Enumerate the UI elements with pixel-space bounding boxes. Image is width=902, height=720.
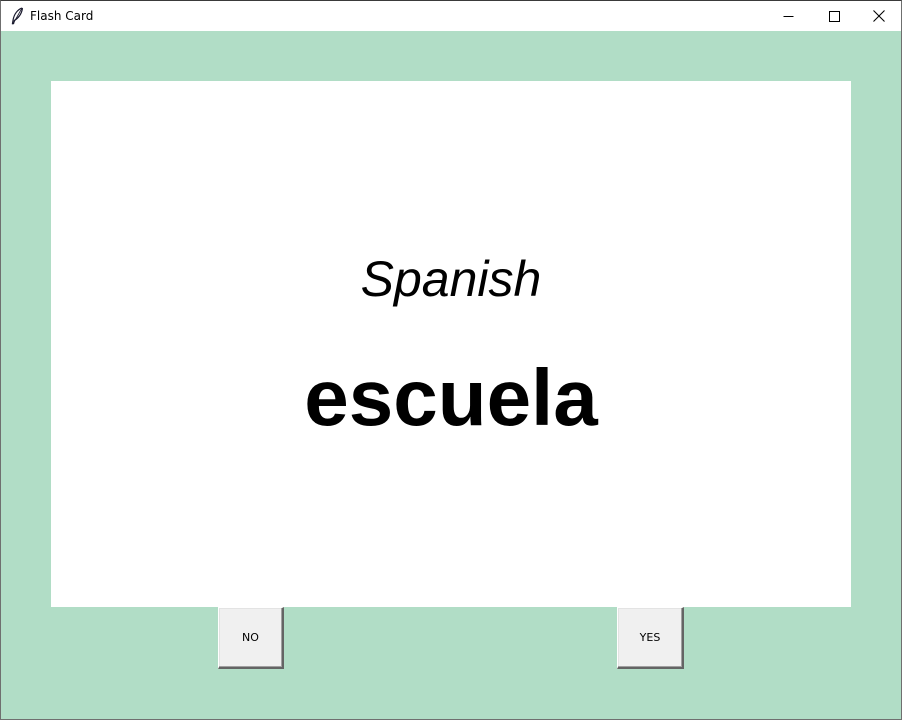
minimize-button[interactable] — [765, 1, 811, 31]
app-background: Spanish escuela NO YES — [1, 31, 901, 719]
card-word: escuela — [304, 353, 598, 442]
window-title: Flash Card — [30, 9, 94, 23]
close-button[interactable] — [856, 1, 901, 31]
maximize-button[interactable] — [811, 1, 857, 31]
yes-button[interactable]: YES — [617, 607, 684, 669]
yes-button-label: YES — [639, 631, 661, 644]
maximize-icon — [828, 10, 840, 22]
close-icon — [873, 10, 885, 22]
card-language: Spanish — [360, 251, 542, 307]
flash-card: Spanish escuela — [51, 81, 851, 607]
no-button[interactable]: NO — [218, 607, 284, 669]
flash-card-window: Flash Card Spanish escuela NO YES — [0, 0, 902, 720]
minimize-icon — [783, 11, 794, 22]
feather-icon — [10, 7, 24, 25]
title-bar[interactable]: Flash Card — [1, 1, 901, 31]
no-button-label: NO — [242, 631, 259, 644]
